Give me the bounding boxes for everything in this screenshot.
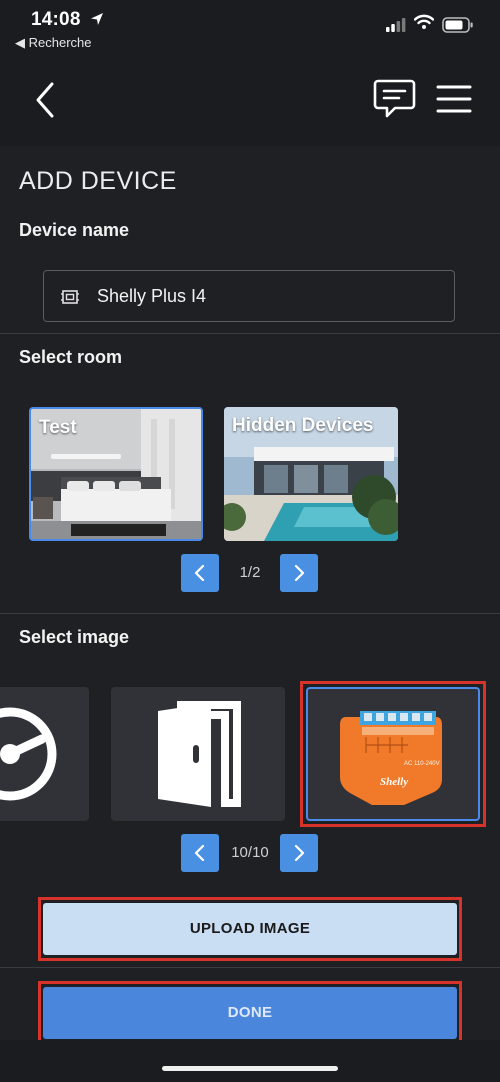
shelly-brand-label: Shelly <box>380 776 408 788</box>
image-tile-gauge[interactable] <box>0 687 89 821</box>
room-page-indicator: 1/2 <box>239 564 261 581</box>
room-label: Test <box>39 417 77 438</box>
done-button[interactable]: DONE <box>43 987 457 1039</box>
chevron-left-icon <box>194 565 205 581</box>
room-next-button[interactable] <box>280 554 318 592</box>
device-icon <box>60 287 80 312</box>
status-bar: 14:08 ◀ Recherche <box>0 0 500 56</box>
room-card-hidden-devices[interactable]: Hidden Devices <box>224 407 398 541</box>
image-tile-shelly-device[interactable]: AC 110-240V Shelly <box>306 687 480 821</box>
upload-image-button[interactable]: UPLOAD IMAGE <box>43 903 457 955</box>
status-time: 14:08 <box>31 9 81 30</box>
room-prev-button[interactable] <box>181 554 219 592</box>
image-page-indicator: 10/10 <box>231 844 269 861</box>
device-name-label: Device name <box>19 220 130 240</box>
select-room-label: Select room <box>19 347 123 367</box>
image-tile-door[interactable] <box>111 687 285 821</box>
home-indicator[interactable] <box>162 1066 338 1071</box>
device-name-value: Shelly Plus I4 <box>97 286 207 306</box>
location-arrow-icon <box>89 11 105 32</box>
wifi-icon <box>413 14 435 35</box>
feedback-chat-icon[interactable] <box>373 78 417 125</box>
section-divider <box>0 333 500 334</box>
image-next-button[interactable] <box>280 834 318 872</box>
chevron-right-icon <box>294 565 305 581</box>
chevron-left-icon <box>194 845 205 861</box>
door-icon <box>158 701 241 807</box>
room-card-test[interactable]: Test <box>29 407 203 541</box>
device-name-field[interactable]: Shelly Plus I4 <box>43 270 455 322</box>
back-to-app-link[interactable]: ◀ Recherche <box>15 35 91 51</box>
device-rating-label: AC 110-240V <box>404 761 440 767</box>
chevron-right-icon <box>294 845 305 861</box>
hamburger-menu-icon[interactable] <box>436 84 472 119</box>
cellular-signal-icon <box>386 18 406 37</box>
room-label: Hidden Devices <box>232 415 374 436</box>
gauge-icon <box>0 707 57 801</box>
shelly-device-photo: AC 110-240V Shelly <box>340 711 442 805</box>
battery-icon <box>442 17 474 38</box>
bottom-safe-area <box>0 1040 500 1082</box>
page-title: ADD DEVICE <box>19 167 177 195</box>
section-divider <box>0 613 500 614</box>
section-divider <box>0 967 500 968</box>
nav-bar <box>0 56 500 146</box>
select-image-label: Select image <box>19 627 130 647</box>
image-prev-button[interactable] <box>181 834 219 872</box>
back-chevron-icon[interactable] <box>30 80 60 125</box>
